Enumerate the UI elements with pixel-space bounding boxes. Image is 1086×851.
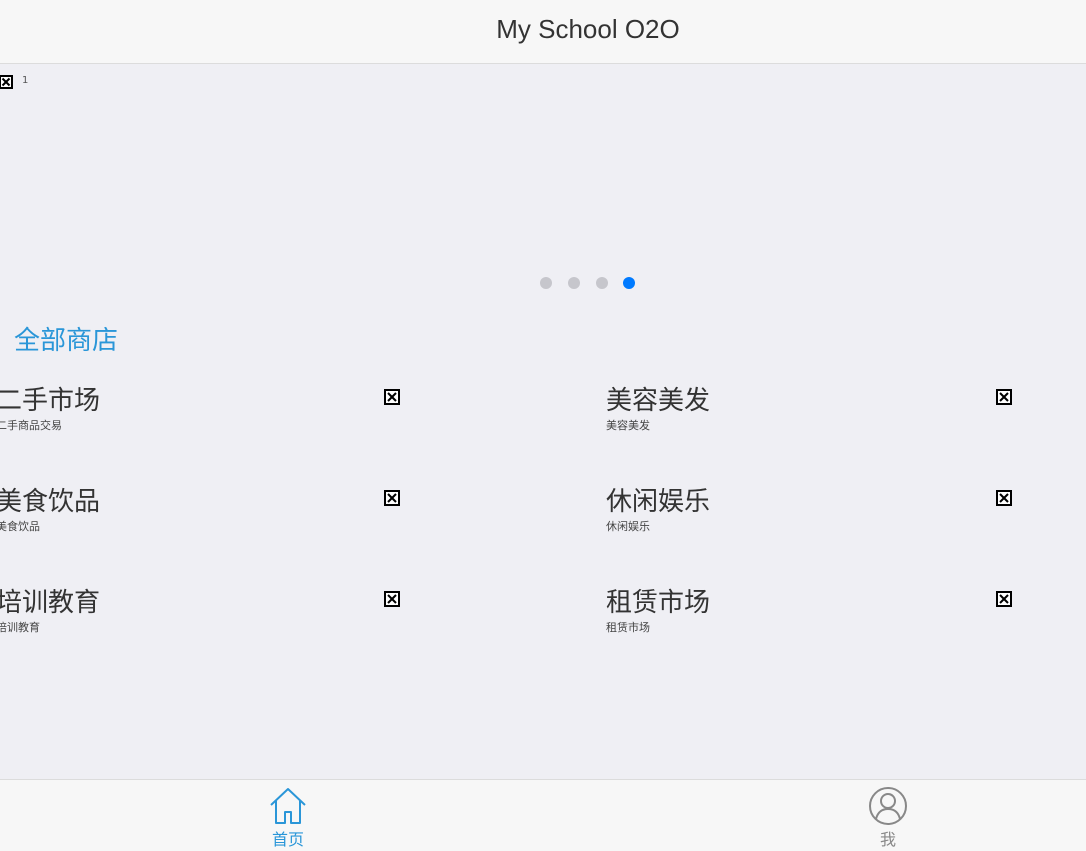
shop-item-education[interactable]: 培训教育 培训教育 bbox=[0, 582, 416, 642]
broken-image-icon bbox=[0, 75, 13, 89]
shop-name: 培训教育 bbox=[0, 588, 101, 618]
broken-image-icon bbox=[996, 389, 1012, 405]
shop-item-second-hand[interactable]: 二手市场 二手商品交易 bbox=[0, 380, 416, 440]
slide-index-label: 1 bbox=[22, 75, 29, 86]
tab-me-label: 我 bbox=[879, 830, 896, 849]
shop-item-food[interactable]: 美食饮品 美食饮品 bbox=[0, 481, 416, 541]
user-icon bbox=[869, 787, 907, 825]
slider-dot-4[interactable] bbox=[623, 277, 635, 289]
section-title: 全部商店 bbox=[14, 326, 119, 356]
broken-image-icon bbox=[384, 490, 400, 506]
shop-item-beauty[interactable]: 美容美发 美容美发 bbox=[606, 380, 1026, 440]
shop-desc: 美容美发 bbox=[606, 419, 650, 432]
slider-dot-3[interactable] bbox=[596, 277, 608, 289]
broken-image-icon bbox=[384, 591, 400, 607]
shop-desc: 培训教育 bbox=[0, 621, 40, 634]
shop-desc: 休闲娱乐 bbox=[606, 520, 650, 533]
broken-image-icon bbox=[996, 591, 1012, 607]
shop-item-leisure[interactable]: 休闲娱乐 休闲娱乐 bbox=[606, 481, 1026, 541]
slider-dot-1[interactable] bbox=[540, 277, 552, 289]
broken-image-icon bbox=[384, 389, 400, 405]
shop-desc: 租赁市场 bbox=[606, 621, 650, 634]
tab-home[interactable]: 首页 bbox=[248, 786, 328, 850]
broken-image-icon bbox=[996, 490, 1012, 506]
slider-dot-2[interactable] bbox=[568, 277, 580, 289]
shop-desc: 二手商品交易 bbox=[0, 419, 62, 432]
tab-me[interactable]: 我 bbox=[848, 786, 928, 850]
shop-name: 二手市场 bbox=[0, 386, 101, 416]
header-bar: My School O2O bbox=[0, 0, 1086, 64]
shop-item-rental[interactable]: 租赁市场 租赁市场 bbox=[606, 582, 1026, 642]
bottom-tab-bar: 首页 我 bbox=[0, 779, 1086, 851]
shop-name: 美食饮品 bbox=[0, 487, 101, 517]
page-title: My School O2O bbox=[496, 14, 680, 44]
shop-desc: 美食饮品 bbox=[0, 520, 40, 533]
tab-home-label: 首页 bbox=[271, 830, 304, 849]
home-icon bbox=[270, 788, 306, 824]
banner-slider[interactable]: 1 bbox=[0, 64, 1086, 304]
app-root: My School O2O 1 全部商店 二手市场 二手商品交易 美容美发 美容… bbox=[0, 0, 1086, 851]
shop-name: 租赁市场 bbox=[606, 588, 711, 618]
shop-name: 休闲娱乐 bbox=[606, 487, 711, 517]
shop-name: 美容美发 bbox=[606, 386, 711, 416]
